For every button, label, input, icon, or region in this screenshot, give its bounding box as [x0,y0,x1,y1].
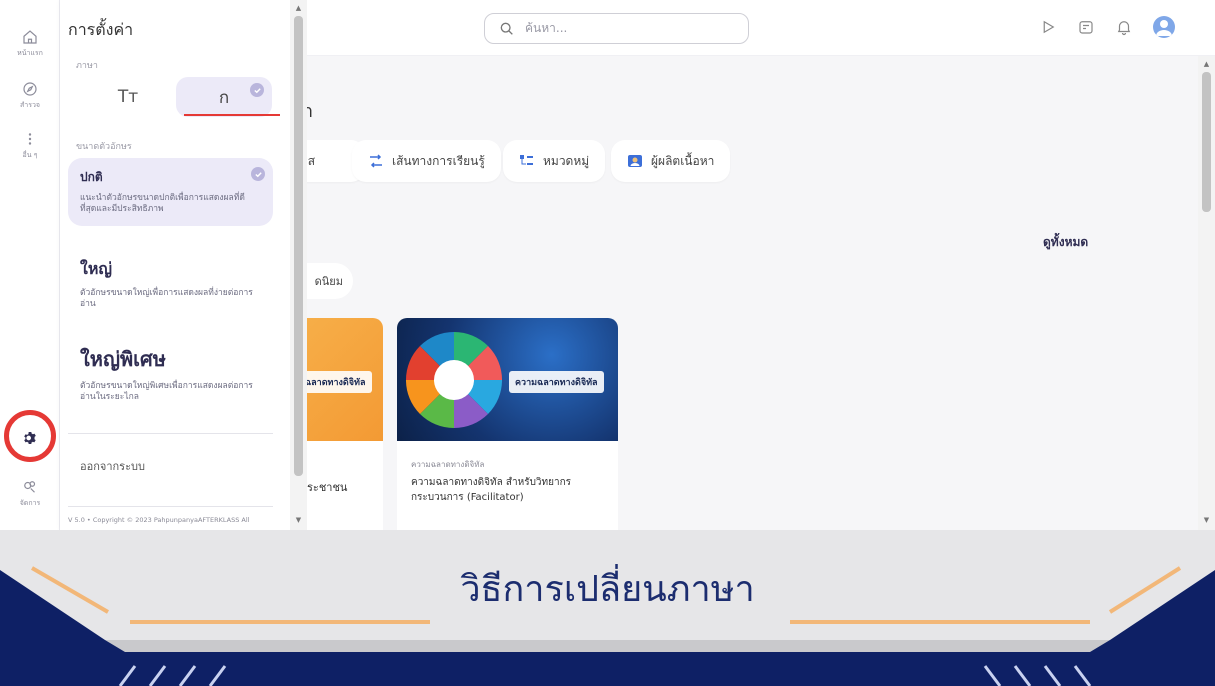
path-icon [370,154,382,168]
caption-banner: วิธีการเปลี่ยนภาษา [0,530,1215,686]
calendar-icon[interactable] [1077,18,1095,36]
bell-icon[interactable] [1115,18,1133,36]
banner-title: วิธีการเปลี่ยนภาษา [460,569,755,610]
popular-filter[interactable]: ดนิยม [307,263,353,299]
scroll-down-arrow[interactable]: ▼ [290,516,307,524]
nav-more-label: อื่น ๆ [22,151,38,159]
nav-explore-label: สำรวจ [20,101,40,109]
search-icon [500,22,513,35]
panel-scrollbar[interactable]: ▲ ▼ [290,0,307,530]
section-heading: า [307,101,314,122]
home-icon [23,30,37,44]
chip-courses-label: าส [307,153,316,168]
see-all-link[interactable]: ดูทั้งหมด [1043,233,1088,252]
scroll-up-arrow[interactable]: ▲ [1198,60,1215,68]
search-input[interactable]: ค้นหา... [484,13,749,44]
scroll-down-arrow[interactable]: ▼ [1198,516,1215,524]
user-avatar-icon [1156,20,1172,36]
chip-categories[interactable]: หมวดหมู่ [503,140,606,182]
settings-panel: การตั้งค่า ภาษา Tт ก ขนาดตัวอักษร ปกติ แ… [60,0,307,530]
course-card[interactable]: ฉลาดทางดิจิทัล ระชาชน [307,318,383,530]
main-scrollbar[interactable]: ▲ ▼ [1198,56,1215,530]
nav-manage-label: จัดการ [19,499,41,507]
main-content: า าส เส้นทางการเรียนรู้ หมวดหมู่ ผู้ผลิต… [307,56,1205,530]
font-size-normal[interactable]: ปกติ แนะนำตัวอักษรขนาดปกติเพื่อการแสดงผล… [68,158,273,226]
avatar[interactable] [1153,16,1175,38]
nav-home-label: หน้าแรก [17,49,43,57]
more-icon [28,133,32,145]
course-thumb-label: ความฉลาดทางดิจิทัล [509,371,604,393]
font-size-extra-large-desc: ตัวอักษรขนาดใหญ่พิเศษเพื่อการแสดงผลต่อกา… [80,381,253,403]
chip-categories-label: หมวดหมู่ [543,153,590,168]
course-title: ระชาชน [307,481,348,494]
course-category: ความฉลาดทางดิจิทัล [411,460,485,469]
scroll-up-arrow[interactable]: ▲ [290,4,307,12]
language-option-thai[interactable]: ก [176,77,272,117]
thai-glyph: ก [218,87,230,108]
course-card[interactable]: ความฉลาดทางดิจิทัล ความฉลาดทางดิจิทัล คว… [397,318,618,530]
course-thumb-label: ฉลาดทางดิจิทัล [307,371,372,393]
font-size-normal-title: ปกติ [80,170,103,184]
manage-icon [24,481,36,493]
search-placeholder: ค้นหา... [525,21,568,35]
compass-icon [23,82,37,96]
chip-content-creators-label: ผู้ผลิตเนื้อหา [651,153,715,168]
font-size-extra-large-title: ใหญ่พิเศษ [80,347,166,371]
chip-content-creators[interactable]: ผู้ผลิตเนื้อหา [611,140,731,182]
chip-learning-paths[interactable]: เส้นทางการเรียนรู้ [352,140,501,182]
font-size-extra-large[interactable]: ใหญ่พิเศษ ตัวอักษรขนาดใหญ่พิเศษเพื่อการแ… [68,333,273,414]
english-glyph: Tт [117,87,139,107]
course-thumbnail: ความฉลาดทางดิจิทัล [397,318,618,441]
creator-icon [628,155,642,167]
nav-manage[interactable]: จัดการ [0,478,60,509]
nav-home[interactable]: หน้าแรก [0,28,60,59]
left-nav-rail: หน้าแรก สำรวจ อื่น ๆ จัดการ [0,0,60,530]
check-icon [250,83,264,97]
top-actions [1039,16,1175,38]
nav-explore[interactable]: สำรวจ [0,80,60,111]
panel-divider [68,506,273,507]
gear-icon [24,432,36,444]
language-underline [184,114,280,116]
nav-more[interactable]: อื่น ๆ [0,130,60,161]
play-icon[interactable] [1039,18,1057,36]
check-icon [251,167,265,181]
font-size-large-desc: ตัวอักษรขนาดใหญ่เพื่อการแสดงผลที่ง่ายต่อ… [80,288,253,310]
panel-scroll-thumb[interactable] [294,16,303,476]
language-option-english[interactable]: Tт [80,77,176,117]
language-section-label: ภาษา [76,61,98,71]
logout-button[interactable]: ออกจากระบบ [80,457,145,475]
font-size-large-title: ใหญ่ [80,259,112,278]
font-size-section-label: ขนาดตัวอักษร [76,142,132,152]
panel-divider [68,433,273,434]
copyright-text: V 5.0 • Copyright © 2023 PahpunpanyaAFTE… [68,516,250,524]
top-bar: ค้นหา... [307,0,1215,56]
font-size-large[interactable]: ใหญ่ ตัวอักษรขนาดใหญ่เพื่อการแสดงผลที่ง่… [68,247,273,321]
course-title: ความฉลาดทางดิจิทัล สำหรับวิทยากรกระบวนกา… [411,477,572,503]
digital-wheel-graphic [405,331,503,429]
settings-button[interactable] [16,424,44,452]
category-icon [520,155,533,165]
course-thumbnail: ฉลาดทางดิจิทัล [307,318,383,441]
font-size-normal-desc: แนะนำตัวอักษรขนาดปกติเพื่อการแสดงผลที่ดี… [80,193,245,215]
chip-learning-paths-label[interactable]: เส้นทางการเรียนรู้ [392,152,485,171]
main-scroll-thumb[interactable] [1202,72,1211,212]
settings-title: การตั้งค่า [68,20,134,39]
